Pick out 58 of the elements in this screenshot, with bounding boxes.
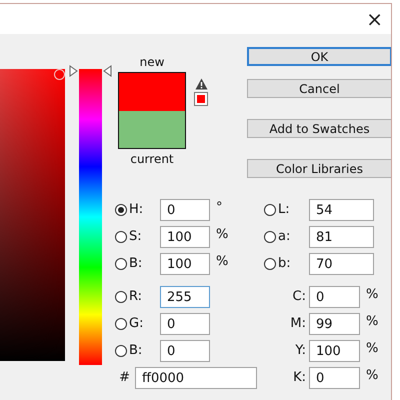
hue-slider[interactable] [69, 65, 112, 365]
field-label: B: [129, 256, 142, 271]
radio-button[interactable] [264, 258, 276, 270]
triangle-icon [103, 65, 112, 77]
field-label: Y: [294, 343, 307, 358]
field-label: S: [129, 229, 142, 244]
color-field[interactable] [0, 69, 65, 361]
field-label: K: [292, 370, 307, 385]
hue-thumb[interactable] [69, 65, 112, 77]
picker-marker[interactable] [54, 69, 65, 80]
field-label: R: [129, 289, 142, 304]
field-label: C: [292, 289, 307, 304]
input-field[interactable]: 54 [309, 198, 374, 220]
current-label: current [130, 151, 174, 167]
unit-label: % [215, 227, 230, 242]
field-label: M: [289, 316, 307, 331]
field-label: b: [278, 256, 291, 271]
radio-button[interactable] [115, 204, 127, 216]
dialog-button[interactable]: Add to Swatches [247, 119, 391, 138]
radio-button[interactable] [264, 204, 276, 216]
input-field[interactable]: 70 [309, 252, 374, 274]
input-field[interactable]: 0 [160, 198, 210, 220]
unit-label: % [365, 287, 380, 302]
field-label: G: [129, 316, 144, 331]
dialog-button[interactable]: Cancel [247, 79, 391, 98]
input-field[interactable]: 100 [160, 226, 210, 248]
radio-button[interactable] [115, 318, 127, 330]
input-field[interactable]: 0 [309, 286, 360, 308]
field-label: B: [129, 343, 142, 358]
field-label: a: [278, 229, 290, 244]
unit-label: % [365, 314, 380, 329]
input-field[interactable]: 81 [309, 226, 374, 248]
close-button[interactable]: × [366, 9, 383, 29]
dialog-button[interactable]: OK [247, 47, 391, 66]
unit-label: ° [215, 200, 224, 215]
radio-button[interactable] [115, 290, 127, 302]
input-field[interactable]: 100 [160, 252, 210, 274]
radio-button[interactable] [115, 230, 127, 242]
triangle-icon [69, 65, 78, 77]
input-field[interactable]: 100 [309, 340, 360, 362]
new-label: new [140, 54, 164, 70]
input-field[interactable]: 99 [309, 312, 360, 334]
field-label: L: [278, 202, 290, 217]
gamut-swatch[interactable] [194, 92, 208, 106]
input-field[interactable]: 0 [160, 312, 210, 334]
radio-button[interactable] [115, 344, 127, 356]
field-label: H: [129, 202, 144, 217]
dialog-button[interactable]: Color Libraries [247, 159, 391, 178]
radio-button[interactable] [264, 230, 276, 242]
hex-field[interactable]: ff0000 [135, 366, 257, 388]
unit-label: % [215, 254, 230, 269]
warning-icon[interactable] [194, 78, 208, 90]
input-field[interactable]: 0 [309, 366, 360, 388]
input-field[interactable]: 0 [160, 340, 210, 362]
radio-button[interactable] [115, 258, 127, 270]
input-field[interactable]: 255 [160, 286, 210, 308]
unit-label: % [365, 341, 380, 356]
unit-label: % [365, 368, 380, 383]
